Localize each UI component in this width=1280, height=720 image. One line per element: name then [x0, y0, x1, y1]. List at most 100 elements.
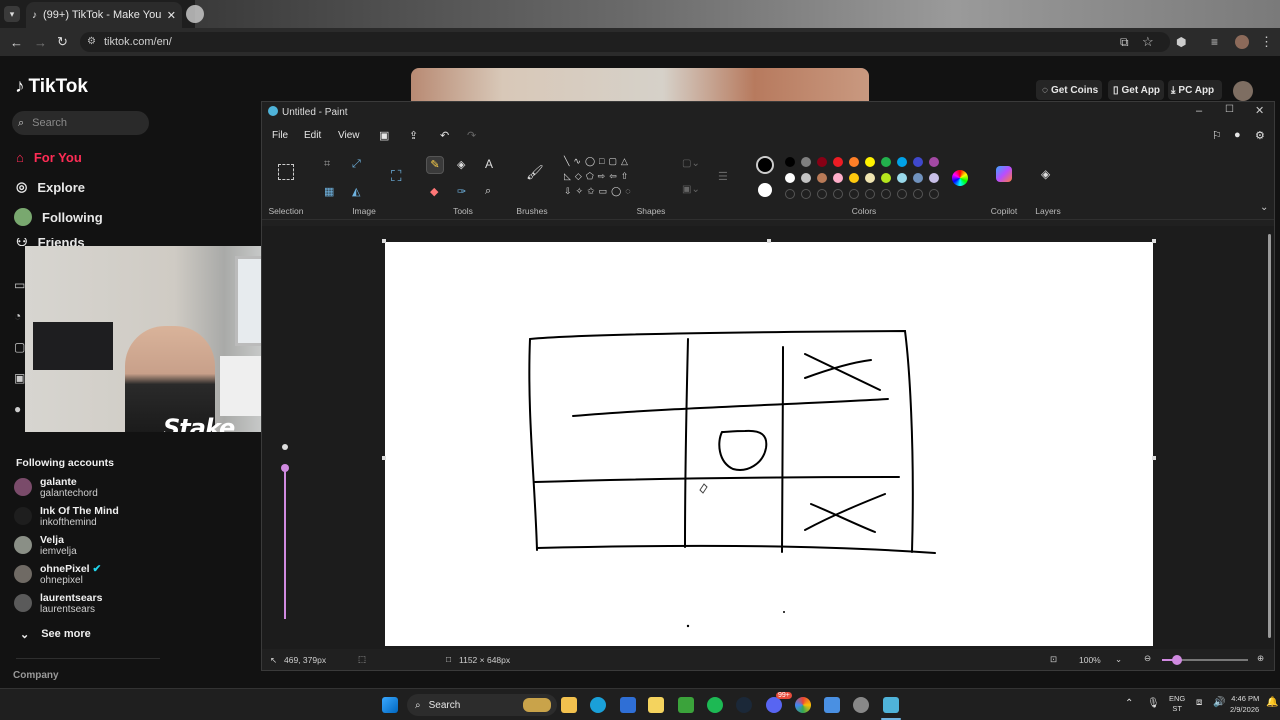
upload-icon[interactable]: ▭ [14, 270, 25, 301]
secondary-color-swatch[interactable] [758, 183, 772, 197]
forward-icon[interactable]: → [34, 35, 47, 50]
see-more-link[interactable]: ⌄ See more [20, 628, 91, 641]
company-link[interactable]: Company [13, 670, 59, 681]
menu-edit[interactable]: Edit [304, 130, 321, 141]
activity-icon[interactable]: ◔ [14, 301, 25, 332]
site-info-icon[interactable]: ⚙ [87, 36, 96, 47]
minimize-button[interactable]: – [1196, 105, 1202, 117]
color-swatch[interactable] [849, 157, 859, 167]
pencil-icon[interactable]: ✎ [426, 156, 444, 174]
extensions-icon[interactable]: ⬢ [1176, 35, 1186, 49]
empty-color-slot[interactable] [929, 189, 939, 199]
empty-color-slot[interactable] [881, 189, 891, 199]
empty-color-slot[interactable] [817, 189, 827, 199]
feedback-icon[interactable]: ⚐ [1212, 129, 1222, 142]
chrome-icon[interactable] [795, 697, 811, 713]
zoom-level[interactable]: 100% [1079, 655, 1101, 665]
empty-color-slot[interactable] [849, 189, 859, 199]
undo-icon[interactable]: ↶ [440, 129, 449, 142]
image-select-icon[interactable]: ⛶ [391, 168, 402, 185]
color-swatch[interactable] [881, 157, 891, 167]
notepad-icon[interactable] [824, 697, 840, 713]
crop-icon[interactable]: ⌗ [324, 158, 330, 171]
microphone-icon[interactable]: 🎙 [1147, 698, 1160, 709]
close-tab-icon[interactable]: ✕ [167, 9, 176, 22]
resize-handle[interactable] [382, 456, 386, 460]
resize-icon[interactable]: ⤢ [352, 158, 361, 171]
start-icon[interactable] [382, 697, 398, 713]
maximize-button[interactable]: ☐ [1225, 104, 1234, 115]
settings-icon[interactable]: ⚙ [1255, 129, 1265, 142]
tiktok-logo[interactable]: ♪ TikTok [15, 76, 88, 98]
selection-icon[interactable] [278, 164, 294, 180]
zoom-slider[interactable] [1162, 655, 1248, 665]
account-item[interactable]: ohnePixel ✔ ohnepixel [14, 563, 101, 586]
clock[interactable]: 4:46 PM 2/9/2026 [1230, 693, 1259, 715]
empty-color-slot[interactable] [913, 189, 923, 199]
zoom-slider-thumb[interactable] [1172, 655, 1182, 665]
bookmark-star-icon[interactable]: ☆ [1142, 34, 1154, 50]
minecraft-icon[interactable] [678, 697, 694, 713]
zoom-in-icon[interactable]: ⊕ [1257, 653, 1264, 664]
zoom-out-icon[interactable]: ⊖ [1144, 653, 1151, 664]
close-window-button[interactable]: ✕ [1255, 104, 1264, 117]
get-coins-button[interactable]: ◌ Get Coins [1036, 80, 1102, 100]
resize-handle[interactable] [382, 239, 386, 243]
empty-color-slot[interactable] [833, 189, 843, 199]
color-swatch[interactable] [801, 173, 811, 183]
color-swatch[interactable] [817, 157, 827, 167]
fit-to-window-icon[interactable]: ⊡ [1050, 654, 1057, 665]
resize-handle[interactable] [1152, 456, 1156, 460]
nav-following[interactable]: Following [14, 208, 103, 226]
obs-icon[interactable] [853, 697, 869, 713]
empty-color-slot[interactable] [801, 189, 811, 199]
brush-size-slider[interactable] [278, 442, 292, 622]
install-app-icon[interactable]: ⧉ [1120, 35, 1129, 50]
empty-color-slot[interactable] [897, 189, 907, 199]
file-explorer-icon[interactable] [561, 697, 577, 713]
color-swatch[interactable] [881, 173, 891, 183]
edge-icon[interactable] [590, 697, 606, 713]
store-icon[interactable] [620, 697, 636, 713]
color-swatch[interactable] [833, 173, 843, 183]
rotate-icon[interactable]: ◭ [352, 185, 360, 198]
resize-handle[interactable] [1152, 239, 1156, 243]
zoom-dropdown-icon[interactable]: ⌄ [1115, 654, 1122, 665]
slider-thumb[interactable] [281, 464, 289, 472]
color-swatch[interactable] [865, 157, 875, 167]
scrollbar-thumb[interactable] [1268, 234, 1271, 638]
video-preview[interactable] [411, 68, 869, 102]
address-bar[interactable]: tiktok.com/en/ [80, 32, 1170, 52]
tray-chevron-icon[interactable]: ⌃ [1125, 698, 1133, 709]
menu-file[interactable]: File [272, 130, 288, 141]
redo-icon[interactable]: ↷ [467, 129, 476, 142]
shape-fill-icon[interactable]: ▣⌄ [682, 184, 700, 195]
resize-handle[interactable] [767, 239, 771, 243]
network-icon[interactable]: ⧈ [1196, 697, 1202, 708]
live-icon[interactable]: ▣ [14, 363, 25, 394]
color-swatch[interactable] [785, 173, 795, 183]
empty-color-slot[interactable] [865, 189, 875, 199]
color-swatch[interactable] [913, 173, 923, 183]
notification-bell-icon[interactable]: 🔔 [1266, 697, 1278, 708]
nav-for-you[interactable]: ⌂ For You [16, 150, 82, 165]
tab-tiktok[interactable]: ♪ (99+) TikTok - Make Your Day ✕ [26, 2, 182, 28]
remove-bg-icon[interactable]: ▦ [324, 185, 334, 198]
save-icon[interactable]: ▣ [379, 129, 389, 142]
fill-icon[interactable]: ◈ [457, 158, 465, 171]
color-swatch[interactable] [897, 173, 907, 183]
color-swatch[interactable] [801, 157, 811, 167]
drawing-canvas[interactable] [385, 242, 1153, 646]
color-swatch[interactable] [913, 157, 923, 167]
brush-icon[interactable]: 🖌 [526, 164, 544, 181]
eraser-icon[interactable]: ◆ [430, 185, 438, 198]
reload-icon[interactable]: ↻ [57, 34, 68, 50]
get-app-button[interactable]: ▯ Get App [1108, 80, 1164, 100]
color-swatch[interactable] [849, 173, 859, 183]
nav-friends[interactable]: ⚇ Friends [16, 238, 85, 246]
menu-view[interactable]: View [338, 130, 360, 141]
account-icon[interactable]: ● [1234, 129, 1241, 141]
collapse-ribbon-icon[interactable]: ⌄ [1260, 202, 1268, 213]
color-swatch[interactable] [897, 157, 907, 167]
spotify-icon[interactable] [707, 697, 723, 713]
